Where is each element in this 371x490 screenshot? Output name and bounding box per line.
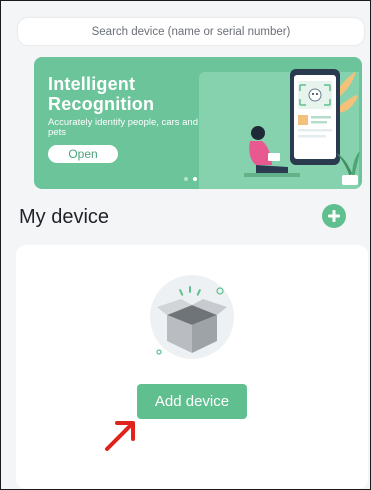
add-device-button-label: Add device bbox=[154, 393, 230, 410]
plus-circle-icon bbox=[328, 210, 340, 222]
red-arrow-icon bbox=[105, 421, 135, 451]
open-button-label: Open bbox=[68, 147, 98, 161]
search-placeholder: Search device (name or serial number) bbox=[91, 25, 291, 38]
banner-subtitle: Accurately identify people, cars and pet… bbox=[48, 117, 198, 138]
promo-banner[interactable]: Intelligent Recognition Accurately ident… bbox=[34, 57, 362, 189]
open-button[interactable]: Open bbox=[48, 145, 118, 163]
page-dot bbox=[184, 177, 188, 181]
phone-recognition-illustration bbox=[244, 69, 360, 185]
add-device-button[interactable]: Add device bbox=[137, 384, 247, 419]
search-input[interactable]: Search device (name or serial number) bbox=[18, 18, 364, 45]
app-screen: Search device (name or serial number) In… bbox=[0, 0, 371, 490]
add-device-icon[interactable] bbox=[322, 204, 346, 228]
page-dot-active bbox=[193, 177, 197, 181]
section-title: My device bbox=[19, 206, 110, 228]
banner-page-indicator bbox=[184, 177, 197, 181]
open-box-icon bbox=[150, 275, 234, 359]
banner-title: Intelligent Recognition bbox=[48, 74, 155, 114]
